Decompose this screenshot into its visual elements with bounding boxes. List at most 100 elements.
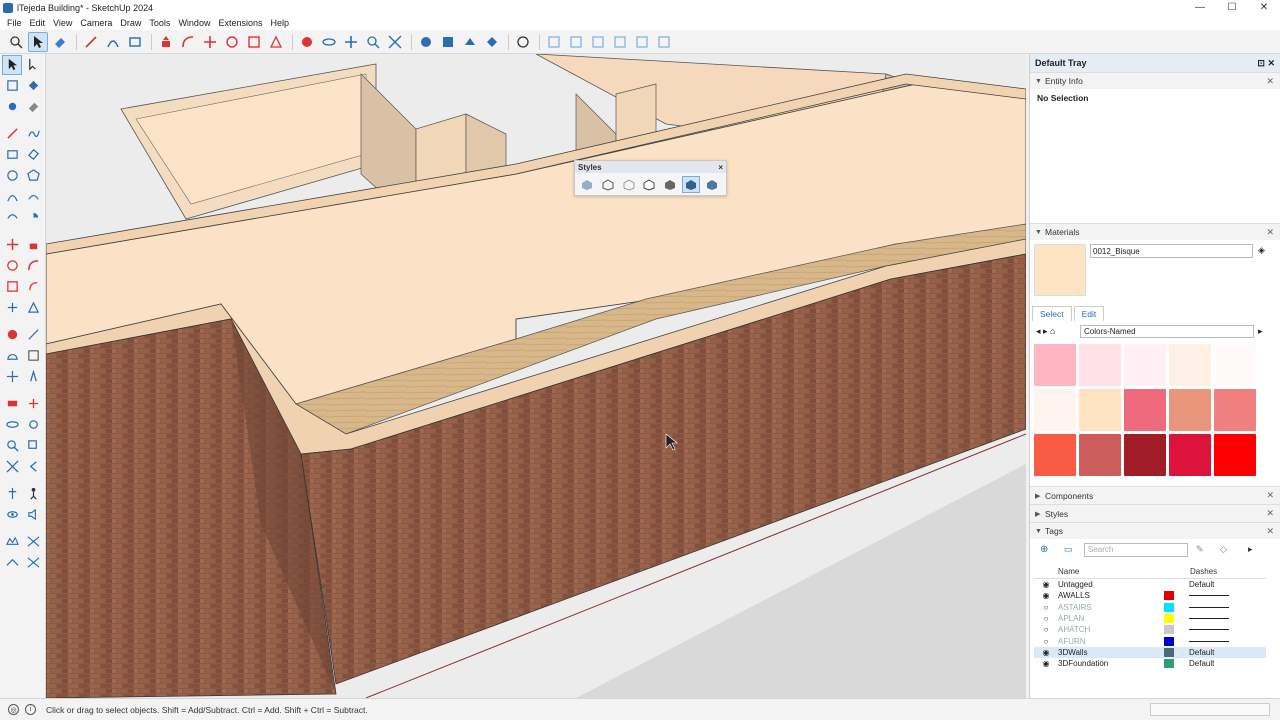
axes-icon[interactable] [2, 367, 22, 387]
pencil-icon[interactable] [81, 32, 101, 52]
menu-view[interactable]: View [49, 18, 76, 28]
eraser-icon[interactable] [50, 32, 70, 52]
maximize-button[interactable]: ☐ [1216, 0, 1248, 15]
tag-color-swatch[interactable] [1164, 614, 1174, 624]
styles-icon[interactable] [460, 32, 480, 52]
materials-header[interactable]: ▼ Materials ✕ [1030, 223, 1280, 240]
walk-icon[interactable] [23, 484, 43, 504]
previous-view-icon[interactable] [23, 457, 43, 477]
tag-name[interactable]: ASTAIRS [1058, 603, 1164, 612]
material-swatch[interactable] [1214, 434, 1256, 476]
view-iso-icon[interactable] [544, 32, 564, 52]
back-arrow-icon[interactable]: ◂ ▸ ⌂ [1036, 326, 1055, 337]
create-material-icon[interactable]: ◈ [1258, 245, 1265, 256]
section-fill-icon[interactable] [23, 394, 43, 414]
color-by-tag-icon[interactable]: ◇ [1220, 544, 1227, 555]
extension-warehouse-icon[interactable] [513, 32, 533, 52]
circle-icon[interactable] [2, 166, 22, 186]
pan-icon[interactable] [341, 32, 361, 52]
tag-name[interactable]: APLAN [1058, 614, 1164, 623]
measurements-box[interactable] [1150, 703, 1270, 716]
tab-edit[interactable]: Edit [1073, 306, 1105, 321]
tag-color-swatch[interactable] [1164, 636, 1174, 646]
move-icon[interactable] [200, 32, 220, 52]
tags-close-icon[interactable]: ✕ [1266, 526, 1274, 537]
rectangle-icon[interactable] [2, 145, 22, 165]
view-front-icon[interactable] [588, 32, 608, 52]
text-icon[interactable] [23, 346, 43, 366]
rectangle-icon[interactable] [125, 32, 145, 52]
xray-icon[interactable] [578, 176, 597, 193]
tag-name[interactable]: AWALLS [1058, 591, 1164, 600]
tag-dash-line[interactable] [1189, 595, 1229, 597]
tag-dash-line[interactable] [1189, 618, 1229, 620]
scale-icon[interactable] [244, 32, 264, 52]
protractor-icon[interactable] [2, 346, 22, 366]
push-pull-icon[interactable] [156, 32, 176, 52]
components-icon[interactable] [416, 32, 436, 52]
close-button[interactable]: ✕ [1248, 0, 1280, 15]
stamp-icon[interactable] [23, 553, 43, 573]
tag-row[interactable]: ○ AHATCH [1034, 624, 1266, 635]
line-icon[interactable] [2, 124, 22, 144]
eye-hidden-icon[interactable]: ○ [1034, 614, 1058, 623]
pie-icon[interactable] [23, 208, 43, 228]
details-arrow-icon[interactable]: ▸ [1258, 326, 1263, 337]
material-swatch[interactable] [1079, 434, 1121, 476]
tags-search-input[interactable]: Search [1084, 543, 1188, 557]
material-name-field[interactable]: 0012_Bisque [1090, 244, 1253, 258]
shaded-with-textures-icon[interactable] [681, 176, 701, 193]
smoove-icon[interactable] [2, 553, 22, 573]
lasso-icon[interactable] [23, 55, 43, 75]
tape-measure-icon[interactable] [2, 325, 22, 345]
tag-dash-line[interactable] [1189, 629, 1229, 631]
orbit-icon[interactable] [319, 32, 339, 52]
tag-row[interactable]: ◉ 3DFoundation Default [1034, 658, 1266, 669]
shaded-icon[interactable] [661, 176, 680, 193]
material-swatch[interactable] [1034, 389, 1076, 431]
eye-visible-icon[interactable]: ◉ [1034, 580, 1058, 589]
tag-name[interactable]: 3DWalls [1058, 648, 1164, 657]
material-swatch[interactable] [1034, 434, 1076, 476]
entity-info-header[interactable]: ▼ Entity Info ✕ [1030, 72, 1280, 89]
sound-icon[interactable] [23, 505, 43, 525]
material-swatch[interactable] [1124, 344, 1166, 386]
material-swatch[interactable] [1079, 389, 1121, 431]
tag-color-swatch[interactable] [1164, 647, 1174, 657]
tags-header[interactable]: ▼ Tags ✕ [1030, 522, 1280, 539]
3d-text-icon[interactable] [23, 367, 43, 387]
tab-select[interactable]: Select [1032, 306, 1072, 321]
minimize-button[interactable]: — [1184, 0, 1216, 15]
tray-pin-icon[interactable]: ⊡ ✕ [1257, 58, 1275, 69]
push-pull-icon[interactable] [23, 235, 43, 255]
tape-measure-icon[interactable] [297, 32, 317, 52]
menu-extensions[interactable]: Extensions [214, 18, 266, 28]
tag-dash-line[interactable] [1189, 606, 1229, 608]
sandbox-from-scratch-icon[interactable] [23, 532, 43, 552]
eye-hidden-icon[interactable]: ○ [1034, 625, 1058, 634]
eye-visible-icon[interactable]: ◉ [1034, 648, 1058, 657]
look-around-icon[interactable] [2, 505, 22, 525]
tag-dash-line[interactable] [1189, 640, 1229, 642]
current-material-swatch[interactable] [1034, 244, 1086, 296]
tag-color-swatch[interactable] [1164, 625, 1174, 635]
tag-name[interactable]: AFURN [1058, 637, 1164, 646]
move-icon[interactable] [2, 235, 22, 255]
material-swatch[interactable] [1124, 389, 1166, 431]
arc-icon[interactable] [2, 187, 22, 207]
section-plane-icon[interactable] [2, 394, 22, 414]
materials-icon[interactable] [438, 32, 458, 52]
model-viewport[interactable] [46, 54, 1026, 698]
dimension-icon[interactable] [23, 325, 43, 345]
back-edges-icon[interactable] [599, 176, 618, 193]
material-swatch[interactable] [1034, 344, 1076, 386]
styles-toolbar-header[interactable]: Styles × [575, 161, 726, 173]
tag-row[interactable]: ◉ 3DWalls Default [1034, 646, 1266, 659]
tag-color-swatch[interactable] [1164, 659, 1174, 669]
freehand-icon[interactable] [23, 124, 43, 144]
tags-icon[interactable] [482, 32, 502, 52]
menu-window[interactable]: Window [174, 18, 214, 28]
menu-draw[interactable]: Draw [116, 18, 145, 28]
entity-info-close-icon[interactable]: ✕ [1266, 76, 1274, 87]
eye-visible-icon[interactable]: ◉ [1034, 659, 1058, 668]
